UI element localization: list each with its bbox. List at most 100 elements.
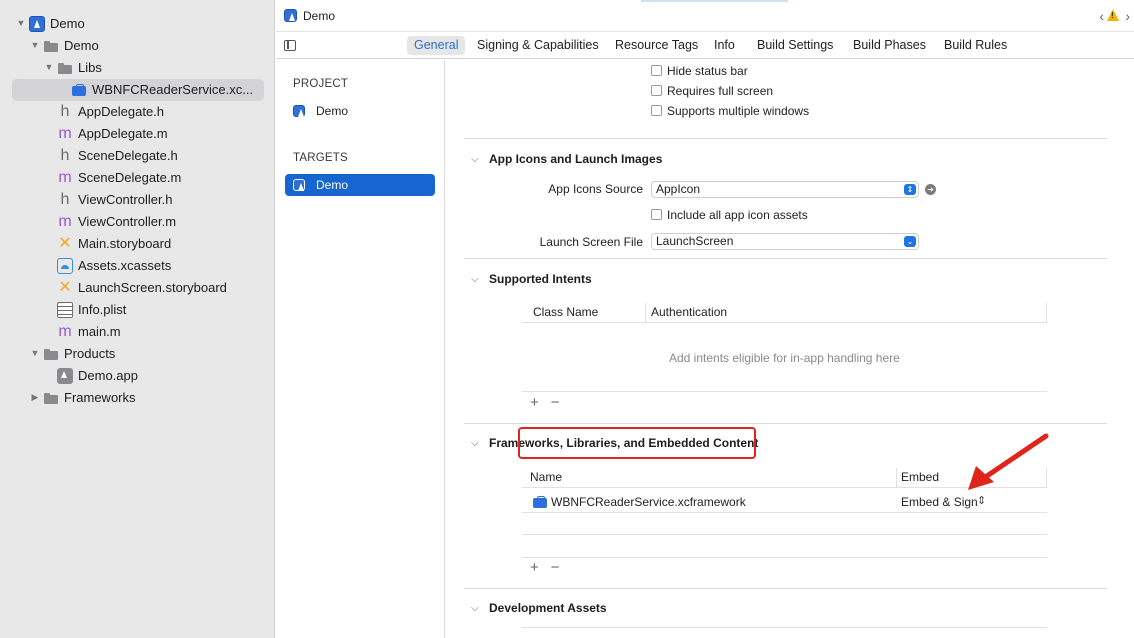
hide-status-bar-checkbox[interactable] [651, 65, 662, 76]
storyboard-icon: ✕ [58, 235, 72, 252]
chevron-right-icon[interactable]: › [1125, 8, 1130, 24]
launch-screen-popup[interactable]: LaunchScreen ⌄ [651, 233, 919, 250]
project-editor: Demo ‹ ! › General Signing & Capabilitie… [276, 0, 1134, 638]
supported-intents-section-title[interactable]: Supported Intents [489, 272, 592, 286]
chevron-right-icon[interactable]: ▶ [30, 392, 40, 402]
nav-item-demo-project[interactable]: ▼ Demo [0, 13, 275, 35]
objc-file-icon: m [58, 125, 72, 142]
section-divider [464, 138, 1107, 139]
sidebar-toggle-icon[interactable] [284, 40, 296, 51]
requires-full-screen-checkbox[interactable] [651, 85, 662, 96]
general-settings-pane: Hide status bar Requires full screen Sup… [446, 60, 1134, 638]
go-arrow-icon[interactable]: ➜ [925, 184, 936, 195]
multiple-windows-checkbox[interactable] [651, 105, 662, 116]
app-icons-section-title[interactable]: App Icons and Launch Images [489, 152, 662, 166]
intents-col-authentication[interactable]: Authentication [651, 305, 727, 319]
objc-file-icon: m [58, 323, 72, 340]
chevron-down-icon[interactable]: ▼ [44, 62, 54, 72]
tab-resource-tags[interactable]: Resource Tags [608, 36, 705, 55]
app-project-icon [284, 9, 297, 22]
project-targets-list: PROJECT Demo TARGETS Demo [276, 60, 445, 638]
app-icons-source-popup[interactable]: AppIcon ⇕ [651, 181, 919, 198]
tab-general[interactable]: General [407, 36, 466, 55]
project-item-demo[interactable]: Demo [285, 100, 435, 122]
app-target-icon [293, 179, 305, 191]
targets-section-header: TARGETS [293, 152, 348, 164]
nav-item-appdelegate-m[interactable]: m AppDelegate.m [0, 123, 275, 145]
nav-item-assets[interactable]: Assets.xcassets [0, 255, 275, 277]
nav-item-appdelegate-h[interactable]: h AppDelegate.h [0, 101, 275, 123]
nav-item-demo-app[interactable]: Demo.app [0, 365, 275, 387]
nav-item-main-storyboard[interactable]: ✕ Main.storyboard [0, 233, 275, 255]
hide-status-bar-label: Hide status bar [667, 64, 748, 78]
app-project-icon [293, 105, 305, 117]
annotation-highlight-box [518, 427, 756, 459]
updown-arrows-icon: ⇕ [904, 184, 916, 195]
remove-intent-button[interactable]: − [551, 394, 560, 411]
nav-item-xcframework[interactable]: WBNFCReaderService.xc... [0, 79, 275, 101]
xcframework-icon [71, 82, 87, 98]
development-assets-section-title[interactable]: Development Assets [489, 601, 607, 615]
tab-build-rules[interactable]: Build Rules [937, 36, 1014, 55]
intents-col-class-name[interactable]: Class Name [533, 305, 598, 319]
chevron-down-icon[interactable]: ▼ [30, 40, 40, 50]
nav-item-scenedelegate-m[interactable]: m SceneDelegate.m [0, 167, 275, 189]
header-file-icon: h [60, 103, 70, 120]
nav-item-main-m[interactable]: m main.m [0, 321, 275, 343]
include-all-icons-checkbox[interactable] [651, 209, 662, 220]
nav-item-libs-group[interactable]: ▼ Libs [0, 57, 275, 79]
nav-item-scenedelegate-h[interactable]: h SceneDelegate.h [0, 145, 275, 167]
project-navigator: ▼ Demo ▼ Demo ▼ Libs WBNFCReaderService.… [0, 0, 275, 638]
warning-icon[interactable]: ! [1107, 9, 1119, 21]
plist-icon [57, 302, 73, 318]
assets-icon [57, 258, 73, 274]
frameworks-col-name[interactable]: Name [530, 470, 562, 484]
multiple-windows-label: Supports multiple windows [667, 104, 810, 118]
header-file-icon: h [60, 147, 70, 164]
jump-bar-title[interactable]: Demo [303, 9, 335, 23]
chevron-down-icon[interactable]: ⌵ [471, 603, 479, 614]
chevron-down-icon: ⌄ [904, 236, 916, 247]
target-item-demo[interactable]: Demo [285, 174, 435, 196]
annotation-arrow-icon [968, 433, 1049, 490]
storyboard-icon: ✕ [58, 279, 72, 296]
objc-file-icon: m [58, 169, 72, 186]
chevron-down-icon[interactable]: ⌵ [471, 274, 479, 285]
folder-icon [43, 38, 59, 54]
framework-name: WBNFCReaderService.xcframework [551, 495, 746, 509]
remove-framework-button[interactable]: − [551, 559, 560, 576]
launch-screen-label: Launch Screen File [539, 235, 643, 249]
tab-build-phases[interactable]: Build Phases [846, 36, 933, 55]
folder-icon [43, 390, 59, 406]
requires-full-screen-label: Requires full screen [667, 84, 774, 98]
nav-item-viewcontroller-m[interactable]: m ViewController.m [0, 211, 275, 233]
folder-icon [43, 346, 59, 362]
chevron-down-icon[interactable]: ⌵ [471, 438, 479, 449]
nav-item-launchscreen[interactable]: ✕ LaunchScreen.storyboard [0, 277, 275, 299]
jump-bar: Demo ‹ ! › [276, 0, 1134, 32]
add-intent-button[interactable]: + [530, 394, 539, 411]
nav-item-demo-group[interactable]: ▼ Demo [0, 35, 275, 57]
chevron-down-icon[interactable]: ⌵ [471, 154, 479, 165]
app-product-icon [57, 368, 73, 384]
header-file-icon: h [60, 191, 70, 208]
add-framework-button[interactable]: + [530, 559, 539, 576]
nav-item-info-plist[interactable]: Info.plist [0, 299, 275, 321]
editor-tab-bar: General Signing & Capabilities Resource … [276, 32, 1134, 59]
nav-item-products[interactable]: ▼ Products [0, 343, 275, 365]
chevron-left-icon[interactable]: ‹ [1099, 8, 1104, 24]
nav-item-viewcontroller-h[interactable]: h ViewController.h [0, 189, 275, 211]
objc-file-icon: m [58, 213, 72, 230]
frameworks-col-embed[interactable]: Embed [901, 470, 939, 484]
chevron-down-icon[interactable]: ▼ [16, 18, 26, 28]
project-section-header: PROJECT [293, 78, 349, 90]
xcframework-icon [532, 494, 548, 510]
app-project-icon [29, 16, 45, 32]
tab-build-settings[interactable]: Build Settings [750, 36, 840, 55]
tab-signing-capabilities[interactable]: Signing & Capabilities [470, 36, 606, 55]
chevron-down-icon[interactable]: ▼ [30, 348, 40, 358]
nav-item-frameworks[interactable]: ▶ Frameworks [0, 387, 275, 409]
app-icons-source-label: App Icons Source [548, 182, 643, 196]
intents-empty-hint: Add intents eligible for in-app handling… [669, 351, 900, 365]
tab-info[interactable]: Info [707, 36, 742, 55]
